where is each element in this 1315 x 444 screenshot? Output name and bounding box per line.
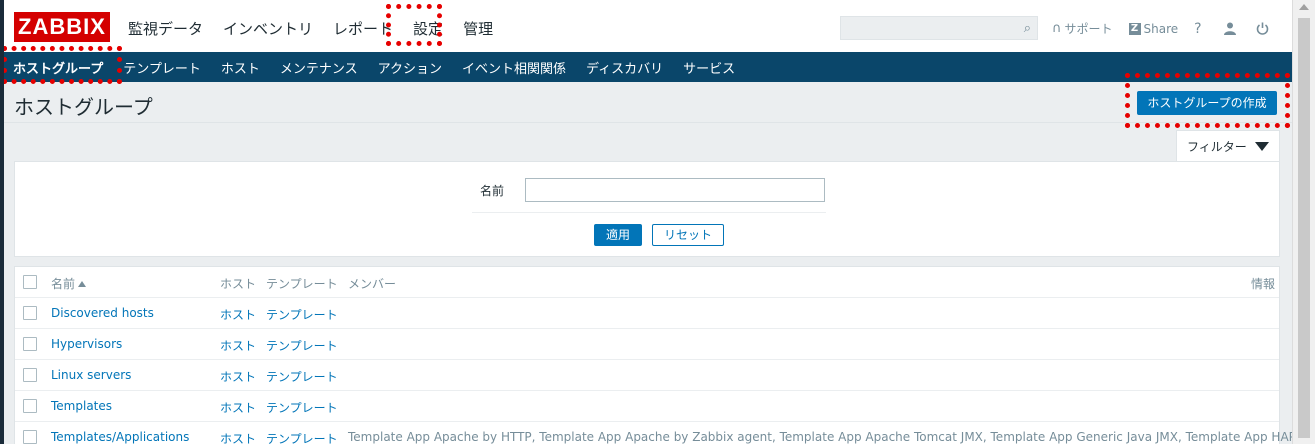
hosts-link[interactable]: ホスト	[220, 337, 256, 354]
subnav-actions[interactable]: アクション	[378, 58, 442, 77]
filter-tab-label: フィルター	[1187, 140, 1247, 154]
logout-icon[interactable]	[1256, 22, 1269, 35]
hosts-link[interactable]: ホスト	[220, 399, 256, 416]
search-icon[interactable]: ⌕	[1024, 21, 1031, 36]
templates-link[interactable]: テンプレート	[266, 399, 338, 416]
filter-funnel-icon	[1254, 142, 1269, 151]
table-row: Discovered hosts ホスト テンプレート	[15, 298, 1279, 329]
share-label: Share	[1143, 21, 1179, 36]
support-label: サポート	[1064, 22, 1113, 36]
menu-monitoring[interactable]: 監視データ	[128, 18, 203, 39]
create-host-group-button[interactable]: ホストグループの作成	[1137, 91, 1277, 115]
support-link[interactable]: ∩ サポート	[1052, 20, 1113, 37]
filter-reset-button[interactable]: リセット	[652, 224, 724, 246]
hosts-link[interactable]: ホスト	[220, 430, 256, 444]
column-members-header: メンバー	[348, 277, 397, 291]
host-group-name-link[interactable]: Templates/Applications	[51, 430, 189, 444]
column-info-header: 情報	[1251, 277, 1276, 291]
templates-link[interactable]: テンプレート	[266, 368, 338, 385]
user-profile-icon[interactable]	[1223, 22, 1236, 35]
column-templates-header: テンプレート	[266, 277, 338, 291]
scroll-up-arrow-icon[interactable]	[1299, 4, 1309, 10]
subnav-templates[interactable]: テンプレート	[123, 58, 201, 77]
select-all-checkbox[interactable]	[23, 275, 37, 289]
column-name-header[interactable]: 名前	[51, 275, 87, 292]
global-search-input[interactable]: ⌕	[840, 16, 1038, 40]
zabbix-logo[interactable]: ZABBIX	[14, 12, 110, 42]
host-group-name-link[interactable]: Discovered hosts	[51, 306, 154, 320]
column-hosts-header: ホスト	[220, 277, 257, 291]
filter-tab[interactable]: フィルター	[1176, 130, 1280, 162]
row-checkbox[interactable]	[23, 306, 37, 320]
sub-navigation: ホストグループ テンプレート ホスト メンテナンス アクション イベント相関関係…	[4, 52, 1292, 82]
top-links: ∩ サポート Z Share ?	[1052, 20, 1285, 37]
subnav-hosts[interactable]: ホスト	[221, 58, 260, 77]
table-row: Templates ホスト テンプレート	[15, 391, 1279, 422]
app-frame: ZABBIX 監視データ インベントリ レポート 設定 管理 ⌕ ∩ サポート …	[4, 0, 1292, 444]
scrollbar-thumb[interactable]	[1298, 18, 1310, 438]
menu-administration[interactable]: 管理	[463, 18, 493, 39]
subnav-discovery[interactable]: ディスカバリ	[586, 58, 663, 77]
subnav-host-groups[interactable]: ホストグループ	[13, 58, 103, 77]
share-z-icon: Z	[1128, 22, 1141, 35]
help-link[interactable]: ?	[1194, 21, 1201, 37]
vertical-scrollbar[interactable]	[1292, 0, 1315, 444]
subnav-maintenance[interactable]: メンテナンス	[280, 58, 358, 77]
table-header-row: 名前 ホスト テンプレート メンバー 情報	[15, 267, 1279, 298]
top-header: ZABBIX 監視データ インベントリ レポート 設定 管理 ⌕ ∩ サポート …	[4, 0, 1292, 52]
templates-link[interactable]: テンプレート	[266, 430, 338, 444]
filter-apply-button[interactable]: 適用	[594, 224, 642, 246]
page-title: ホストグループ	[14, 95, 153, 119]
host-groups-table: 名前 ホスト テンプレート メンバー 情報 Discovered hosts ホ…	[14, 266, 1292, 444]
host-group-name-link[interactable]: Templates	[51, 399, 112, 413]
group-members-list: Template App Apache by HTTP, Template Ap…	[348, 430, 1292, 444]
filter-divider	[472, 212, 826, 213]
menu-configuration[interactable]: 設定	[413, 18, 443, 39]
row-checkbox[interactable]	[23, 368, 37, 382]
menu-inventory[interactable]: インベントリ	[223, 18, 313, 39]
table-row: Hypervisors ホスト テンプレート	[15, 329, 1279, 360]
headset-icon: ∩	[1052, 21, 1062, 36]
filter-name-label: 名前	[480, 184, 505, 198]
filter-name-input[interactable]	[525, 178, 825, 202]
sort-asc-icon	[78, 281, 87, 287]
row-checkbox[interactable]	[23, 337, 37, 351]
filter-panel: 名前 適用 リセット	[14, 161, 1280, 257]
menu-reports[interactable]: レポート	[333, 18, 393, 39]
subnav-services[interactable]: サービス	[683, 58, 735, 77]
templates-link[interactable]: テンプレート	[266, 306, 338, 323]
templates-link[interactable]: テンプレート	[266, 337, 338, 354]
row-checkbox[interactable]	[23, 399, 37, 413]
page-header: ホストグループ ホストグループの作成	[4, 82, 1292, 123]
hosts-link[interactable]: ホスト	[220, 368, 256, 385]
host-group-name-link[interactable]: Linux servers	[51, 368, 131, 382]
host-group-name-link[interactable]: Hypervisors	[51, 337, 122, 351]
share-link[interactable]: Z Share	[1128, 21, 1179, 36]
hosts-link[interactable]: ホスト	[220, 306, 256, 323]
table-row: Templates/Applications ホスト テンプレート Templa…	[15, 422, 1292, 444]
row-checkbox[interactable]	[23, 430, 37, 444]
main-menu: 監視データ インベントリ レポート 設定 管理	[128, 18, 513, 39]
table-row: Linux servers ホスト テンプレート	[15, 360, 1279, 391]
subnav-event-correlation[interactable]: イベント相関関係	[462, 58, 566, 77]
